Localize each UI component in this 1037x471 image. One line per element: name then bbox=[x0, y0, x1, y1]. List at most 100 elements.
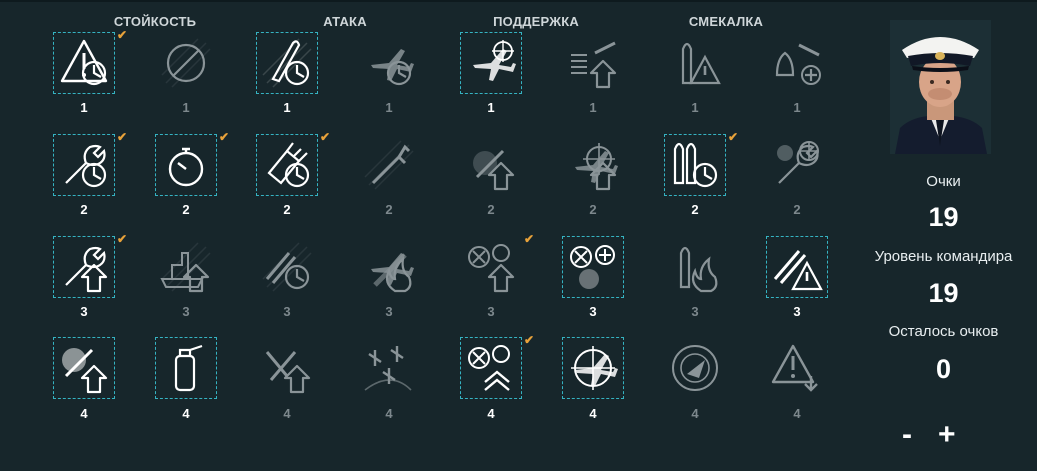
skill-level-label: 4 bbox=[589, 406, 597, 421]
plane-timer-icon bbox=[371, 49, 414, 86]
skill-slot[interactable] bbox=[562, 32, 624, 94]
skill-slot[interactable]: ✔ bbox=[53, 232, 127, 298]
category-header-support: ПОДДЕРЖКА bbox=[493, 14, 579, 29]
skill-level-label: 2 bbox=[385, 202, 393, 217]
squadron-icon bbox=[364, 346, 412, 391]
plane-crosshair-icon bbox=[571, 346, 618, 390]
minus-button[interactable]: - bbox=[902, 418, 912, 452]
warning-timer-icon bbox=[60, 39, 108, 86]
wrench-upgrade-icon bbox=[65, 246, 108, 293]
category-header-cunning: СМЕКАЛКА bbox=[688, 14, 764, 29]
skill-slot[interactable] bbox=[155, 32, 217, 94]
skill-level-label: 1 bbox=[589, 100, 597, 115]
skill-slot[interactable] bbox=[664, 337, 726, 399]
gun-timer-icon bbox=[267, 142, 310, 188]
skill-slot[interactable] bbox=[155, 337, 217, 399]
extinguisher-icon bbox=[174, 344, 203, 392]
skill-slot[interactable] bbox=[664, 32, 726, 94]
skill-level-label: 1 bbox=[793, 100, 801, 115]
skill-slot[interactable]: ✔ bbox=[460, 232, 534, 298]
radar-icon bbox=[672, 345, 718, 391]
skill-level-label: 1 bbox=[385, 100, 393, 115]
skill-slot[interactable] bbox=[766, 337, 828, 399]
skill-slot[interactable] bbox=[53, 337, 115, 399]
commander-portrait bbox=[890, 20, 991, 154]
skill-slot[interactable] bbox=[155, 236, 217, 298]
skill-slot[interactable] bbox=[358, 236, 420, 298]
skill-slot[interactable] bbox=[562, 236, 624, 298]
wrench-timer-icon bbox=[65, 144, 107, 188]
checkmark-icon: ✔ bbox=[117, 232, 128, 246]
skill-level-label: 4 bbox=[691, 406, 699, 421]
skill-level-label: 4 bbox=[487, 406, 495, 421]
skill-level-label: 3 bbox=[385, 304, 393, 319]
skill-slot[interactable]: ✔ bbox=[53, 130, 127, 196]
skill-level-label: 1 bbox=[283, 100, 291, 115]
skill-slot[interactable]: ✔ bbox=[460, 333, 534, 399]
skill-slot[interactable]: ✔ bbox=[155, 130, 229, 196]
skill-level-label: 2 bbox=[589, 202, 597, 217]
skill-level-label: 3 bbox=[182, 304, 190, 319]
plane-fire-icon bbox=[371, 253, 414, 293]
skill-slot[interactable] bbox=[766, 134, 828, 196]
checkmark-icon: ✔ bbox=[524, 333, 535, 347]
skill-level-label: 3 bbox=[793, 304, 801, 319]
plane-upgrade-icon bbox=[571, 41, 617, 89]
torpedo-timer-icon bbox=[262, 38, 312, 88]
commander-level-label: Уровень командира bbox=[874, 248, 1013, 265]
skill-slot[interactable] bbox=[256, 236, 318, 298]
skill-level-label: 2 bbox=[182, 202, 190, 217]
skill-level-label: 1 bbox=[182, 100, 190, 115]
skill-slot[interactable] bbox=[358, 337, 420, 399]
checkmark-icon: ✔ bbox=[320, 130, 331, 144]
skill-slot[interactable] bbox=[256, 32, 318, 94]
skill-slot[interactable] bbox=[766, 32, 828, 94]
category-header-attack: АТАКА bbox=[323, 14, 367, 29]
skill-level-label: 4 bbox=[283, 406, 291, 421]
remaining-points-label: Осталось очков bbox=[888, 323, 999, 340]
plane-heal-shield-icon bbox=[570, 245, 615, 289]
skill-level-label: 1 bbox=[80, 100, 88, 115]
commander-panel: Очки 19 Уровень командира 19 Осталось оч… bbox=[850, 0, 1037, 471]
skill-slot[interactable] bbox=[664, 236, 726, 298]
checkmark-icon: ✔ bbox=[219, 130, 230, 144]
checkmark-icon: ✔ bbox=[524, 232, 535, 246]
skill-level-label: 4 bbox=[80, 406, 88, 421]
bomb-plane-heal-icon bbox=[775, 43, 821, 85]
guns-upgrade-icon bbox=[265, 351, 311, 394]
torpedo-warning-icon bbox=[681, 42, 721, 85]
aa-upgrade-icon bbox=[468, 244, 515, 293]
skill-level-label: 2 bbox=[487, 202, 495, 217]
skill-level-label: 3 bbox=[487, 304, 495, 319]
flame-shield-upgrade-icon bbox=[62, 348, 108, 394]
shells-timer-icon bbox=[262, 242, 312, 292]
commander-level-value: 19 bbox=[928, 278, 959, 308]
checkmark-icon: ✔ bbox=[117, 130, 128, 144]
fire-wrench-wheel-icon bbox=[777, 141, 819, 184]
skill-slot[interactable] bbox=[766, 236, 828, 298]
points-value: 19 bbox=[928, 202, 959, 232]
skill-level-label: 2 bbox=[283, 202, 291, 217]
skill-slot[interactable]: ✔ bbox=[256, 130, 330, 196]
category-header-survivability: СТОЙКОСТЬ bbox=[113, 14, 197, 29]
plus-button[interactable]: + bbox=[938, 418, 956, 452]
skill-slot[interactable] bbox=[460, 32, 522, 94]
skill-slot[interactable] bbox=[358, 32, 420, 94]
stopwatch-icon bbox=[168, 147, 204, 187]
skill-level-label: 2 bbox=[80, 202, 88, 217]
plane-target-icon bbox=[473, 40, 516, 81]
skill-slot[interactable]: ✔ bbox=[664, 130, 738, 196]
ship-upgrade-icon bbox=[160, 242, 211, 293]
warning-down-icon bbox=[771, 344, 818, 392]
skill-level-label: 2 bbox=[793, 202, 801, 217]
skill-level-label: 1 bbox=[487, 100, 495, 115]
skill-level-label: 4 bbox=[385, 406, 393, 421]
skill-slot[interactable] bbox=[562, 134, 624, 196]
skill-slot[interactable] bbox=[256, 337, 318, 399]
skill-slot[interactable] bbox=[460, 134, 522, 196]
skill-level-label: 3 bbox=[80, 304, 88, 319]
skill-slot[interactable]: ✔ bbox=[53, 28, 127, 94]
skill-slot[interactable] bbox=[358, 134, 420, 196]
checkmark-icon: ✔ bbox=[728, 130, 739, 144]
skill-slot[interactable] bbox=[562, 337, 624, 399]
